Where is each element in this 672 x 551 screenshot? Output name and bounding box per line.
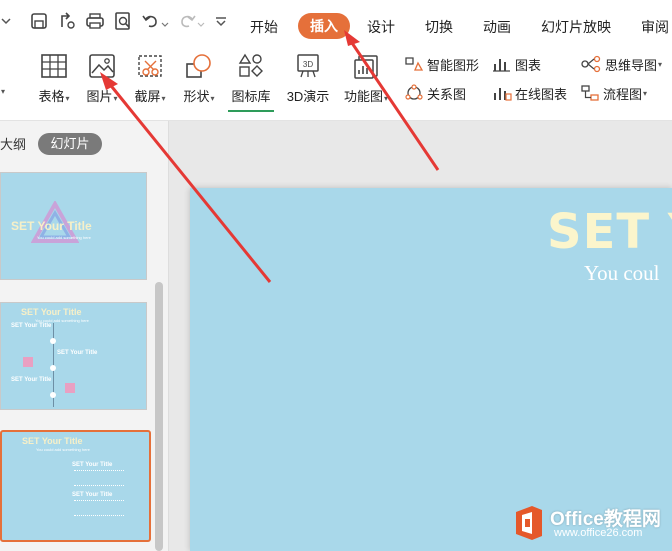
redo-icon[interactable] <box>176 10 198 32</box>
mind-map-button[interactable]: 思维导图 ▾ <box>580 53 662 75</box>
undo-icon[interactable] <box>140 10 162 32</box>
shape-button[interactable]: 形状▾ <box>178 52 220 105</box>
thumbnail-title: SET Your Title <box>11 219 92 233</box>
picture-button[interactable]: 图片▾ <box>82 52 122 105</box>
print-icon[interactable] <box>84 10 106 32</box>
mind-map-label: 思维导图 <box>605 57 658 73</box>
shape-icon <box>186 54 211 78</box>
timeline-dot <box>50 392 56 398</box>
flowchart-button[interactable]: 流程图 ▾ <box>580 82 647 104</box>
current-slide[interactable]: SET Y You coul <box>190 188 672 551</box>
svg-text:3D: 3D <box>303 60 313 69</box>
slide-thumbnail-3-selected[interactable]: SET Your Title You could add something h… <box>0 430 151 542</box>
screenshot-label: 截屏 <box>134 89 161 104</box>
picture-label: 图片 <box>86 89 113 104</box>
flowchart-icon <box>581 85 599 101</box>
online-chart-label: 在线图表 <box>515 86 568 102</box>
site-watermark: Office教程网 www.office26.com <box>506 500 672 546</box>
list-item-title: SET Your Title <box>72 492 113 498</box>
watermark-url: www.office26.com <box>554 527 643 539</box>
timeline-item-title: SET Your Title <box>57 350 98 356</box>
slide-panel-scrollbar[interactable] <box>155 282 163 551</box>
timeline-item-title: SET Your Title <box>11 323 52 329</box>
thumbnail-title: SET Your Title <box>21 307 82 317</box>
shape-label: 形状 <box>183 89 210 104</box>
slide-subtitle[interactable]: You coul <box>584 261 659 286</box>
icon-library-button[interactable]: 图标库 <box>228 52 274 105</box>
customize-toolbar-icon[interactable] <box>210 10 232 32</box>
3d-demo-button[interactable]: 3D 3D演示 <box>282 52 334 105</box>
tab-design[interactable]: 设计 <box>367 17 395 37</box>
3d-demo-label: 3D演示 <box>286 89 330 104</box>
online-chart-button[interactable]: 在线图表 <box>492 82 567 104</box>
screenshot-icon <box>138 55 162 77</box>
smart-graphic-icon <box>405 57 424 71</box>
smart-graphic-button[interactable]: 智能图形 <box>404 53 479 75</box>
list-item-title: SET Your Title <box>72 462 113 468</box>
function-chart-button[interactable]: 功能图▾ <box>340 52 392 105</box>
tab-animations[interactable]: 动画 <box>483 17 511 37</box>
thumbnail-subtitle: You could add something here <box>36 447 90 452</box>
tab-transitions[interactable]: 切换 <box>425 17 453 37</box>
thumbnail-accent-shape <box>23 357 33 367</box>
slide-thumbnail-2[interactable]: SET Your Title You could add something h… <box>0 302 147 410</box>
online-chart-icon <box>494 88 512 101</box>
save-icon[interactable] <box>28 10 50 32</box>
flowchart-label: 流程图 <box>603 86 643 102</box>
office-logo-icon <box>516 506 542 540</box>
icon-library-active-underline <box>228 110 274 112</box>
redo-dropdown-icon[interactable] <box>196 14 206 36</box>
timeline-item-title: SET Your Title <box>11 377 52 383</box>
relation-chart-icon <box>405 84 423 100</box>
screenshot-button[interactable]: 截屏▾ <box>130 52 170 105</box>
timeline-dot <box>50 338 56 344</box>
table-label: 表格 <box>38 89 65 104</box>
icon-library-icon <box>238 53 263 77</box>
tab-insert[interactable]: 插入 <box>298 13 350 39</box>
function-chart-label: 功能图 <box>343 89 383 104</box>
relation-chart-label: 关系图 <box>427 86 467 102</box>
list-item-text <box>74 470 124 486</box>
share-icon[interactable] <box>56 10 78 32</box>
tab-review[interactable]: 审阅 <box>641 17 669 37</box>
smart-graphic-label: 智能图形 <box>427 57 480 73</box>
picture-icon <box>89 54 115 78</box>
thumbnail-title: SET Your Title <box>22 436 83 446</box>
chart-button[interactable]: 图表 <box>492 53 541 75</box>
tab-slideshow[interactable]: 幻灯片放映 <box>541 17 611 37</box>
table-icon <box>41 54 67 78</box>
print-preview-icon[interactable] <box>112 10 134 32</box>
chart-label: 图表 <box>515 57 542 73</box>
thumbnail-subtitle: You could add something here <box>37 235 91 240</box>
slide-title[interactable]: SET Y <box>547 204 672 260</box>
tab-outline[interactable]: 大纲 <box>0 134 26 153</box>
tab-home[interactable]: 开始 <box>250 17 278 37</box>
collapse-chevron-icon[interactable] <box>0 10 22 32</box>
menu-bar: 开始 插入 设计 切换 动画 幻灯片放映 审阅 <box>0 0 672 46</box>
function-chart-icon <box>354 55 378 79</box>
3d-cube-icon: 3D <box>297 54 319 78</box>
thumbnail-accent-shape <box>65 383 75 393</box>
bar-chart-icon <box>493 59 510 72</box>
undo-dropdown-icon[interactable] <box>160 14 170 36</box>
icon-library-label: 图标库 <box>231 89 271 104</box>
ribbon: ▾ 表格▾ 图片▾ 截屏▾ 形状▾ 图标库 3D 3D演示 功能图▾ 智能图形 … <box>0 46 672 121</box>
mind-map-icon <box>581 55 601 73</box>
relation-chart-button[interactable]: 关系图 <box>404 82 466 104</box>
table-button[interactable]: 表格▾ <box>34 52 74 105</box>
ribbon-scroll-left-icon[interactable]: ▾ <box>0 80 12 102</box>
slide-thumbnail-1[interactable]: SET Your Title You could add something h… <box>0 172 147 280</box>
list-item-text <box>74 500 124 516</box>
tab-slides[interactable]: 幻灯片 <box>38 133 102 155</box>
timeline-dot <box>50 365 56 371</box>
